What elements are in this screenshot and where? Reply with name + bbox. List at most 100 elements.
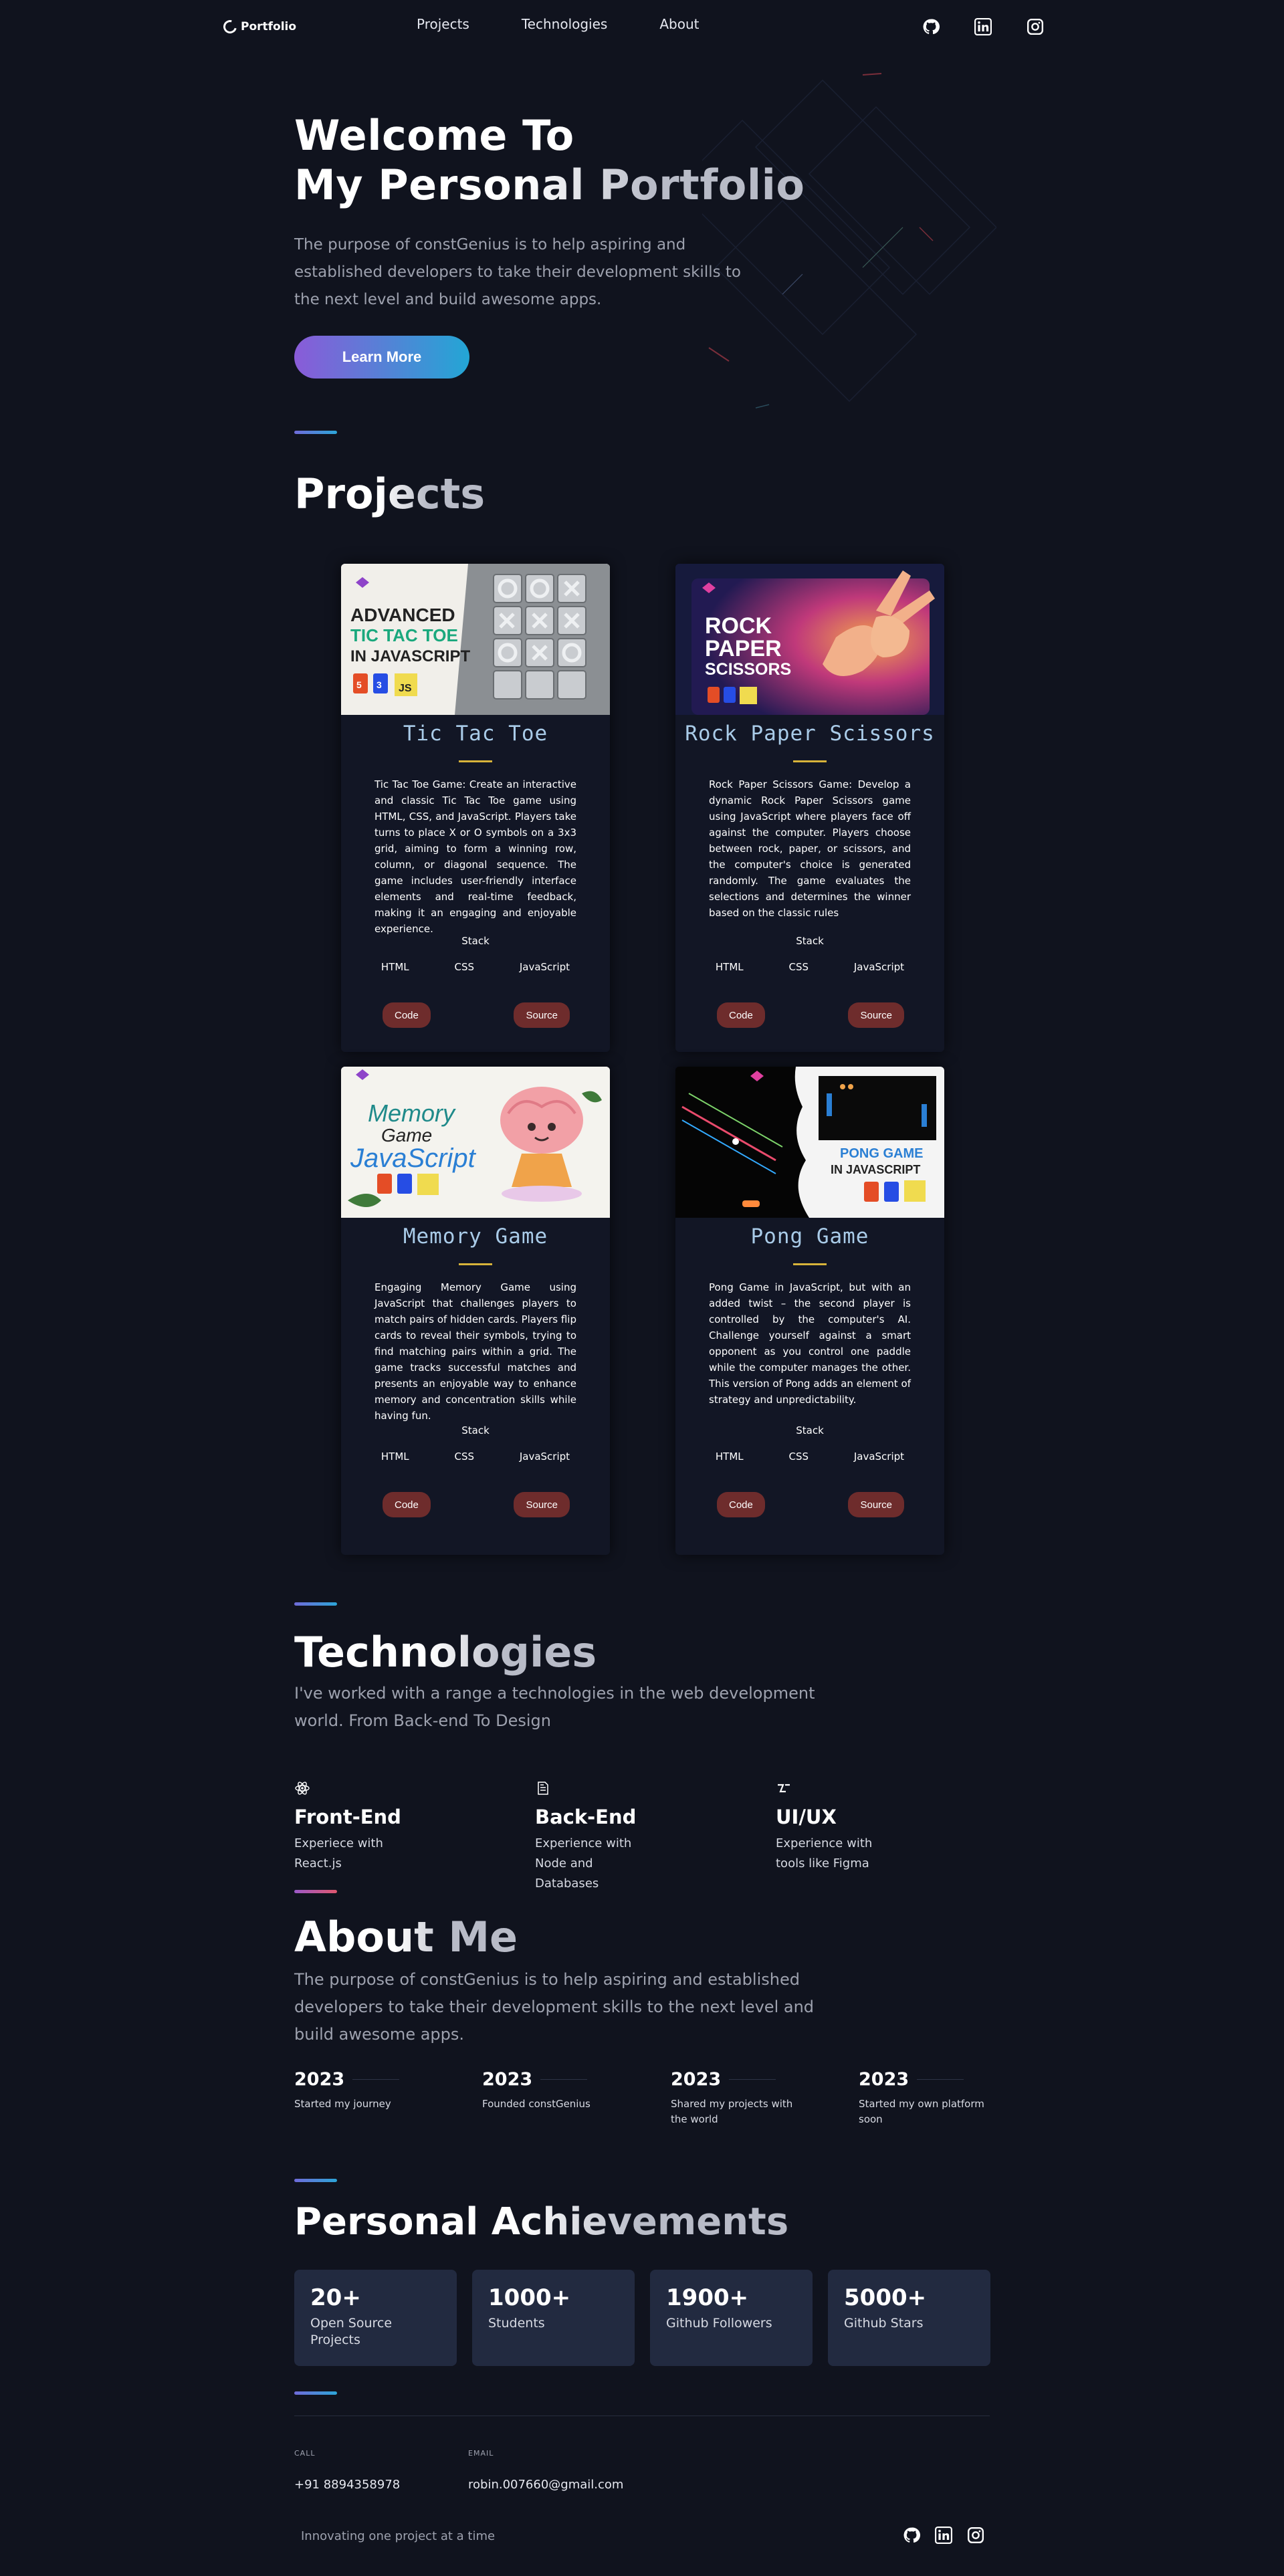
svg-text:PAPER: PAPER [705, 636, 782, 661]
project-card-rock-paper-scissors: ROCK PAPER SCISSORS Rock Paper Scissors … [675, 564, 944, 1052]
svg-text:JS: JS [399, 683, 412, 694]
stack-label: Stack [796, 1424, 824, 1436]
technologies-description: I've worked with a range a technologies … [294, 1684, 815, 1730]
code-button[interactable]: Code [383, 1492, 431, 1517]
svg-text:IN JAVASCRIPT: IN JAVASCRIPT [831, 1163, 920, 1176]
project-title: Rock Paper Scissors [685, 722, 935, 746]
tech-back-end: Back-End Experience with Node and Databa… [535, 1780, 736, 1894]
svg-text:5: 5 [356, 679, 362, 690]
source-button[interactable]: Source [848, 1002, 904, 1028]
achievement-label: Open Source Projects [310, 2316, 393, 2347]
nav-link-about[interactable]: About [659, 16, 699, 32]
hero-title-line1: Welcome To [294, 111, 574, 160]
project-image: ADVANCED TIC TAC TOE IN JAVASCRIPT 5 3 J… [341, 564, 610, 715]
timeline-item: 2023 Founded constGenius [482, 2069, 643, 2112]
achievement-card: 1000+ Students [472, 2270, 635, 2366]
logo[interactable]: Portfolio [221, 17, 296, 36]
timeline-item: 2023 Started my own platform soon [859, 2069, 1019, 2127]
hero-title: Welcome To My Personal Portfolio [294, 111, 805, 210]
nav-link-projects[interactable]: Projects [417, 16, 469, 32]
svg-text:ROCK: ROCK [705, 613, 772, 639]
logo-icon [221, 17, 239, 36]
timeline-line [917, 2079, 964, 2080]
project-card-tic-tac-toe: ADVANCED TIC TAC TOE IN JAVASCRIPT 5 3 J… [341, 564, 610, 1052]
react-icon [295, 1782, 310, 1795]
tech-html: HTML [715, 961, 744, 973]
tech-list: HTML CSS JavaScript [675, 961, 944, 973]
project-title: Pong Game [750, 1224, 869, 1249]
github-icon[interactable] [903, 2527, 920, 2547]
timeline-line [352, 2079, 400, 2080]
tech-html: HTML [381, 1451, 409, 1463]
card-buttons: Code Source [675, 1492, 944, 1517]
tech-title: UI/UX [776, 1806, 837, 1828]
tech-list: HTML CSS JavaScript [675, 1451, 944, 1463]
instagram-icon[interactable] [1026, 17, 1045, 36]
contact-call: CALL +91 8894358978 [294, 2449, 400, 2492]
svg-text:PONG GAME: PONG GAME [840, 1146, 923, 1161]
achievement-number: 20+ [310, 2284, 361, 2311]
achievement-label: Github Stars [844, 2316, 924, 2331]
source-button[interactable]: Source [514, 1492, 570, 1517]
tech-javascript: JavaScript [519, 961, 570, 973]
technologies-heading: Technologies [294, 1628, 597, 1677]
nav-links: Projects Technologies About [417, 16, 699, 32]
figma-icon [778, 1784, 790, 1793]
timeline-item: 2023 Shared my projects with the world [671, 2069, 831, 2127]
card-buttons: Code Source [341, 1002, 610, 1028]
achievement-number: 1900+ [666, 2284, 749, 2311]
project-card-memory-game: Memory Game JavaScript Memory Game Engag… [341, 1067, 610, 1555]
section-accent-bar [294, 1602, 337, 1606]
section-accent-bar [294, 2179, 337, 2182]
tech-title: Back-End [535, 1806, 637, 1828]
stack-label: Stack [461, 935, 490, 947]
github-icon[interactable] [922, 17, 940, 36]
timeline-text: Started my own platform soon [859, 2098, 984, 2125]
tech-css: CSS [454, 1451, 475, 1463]
section-accent-bar [294, 431, 337, 434]
linkedin-icon[interactable] [935, 2527, 952, 2547]
about-description: The purpose of constGenius is to help as… [294, 1970, 815, 2044]
source-button[interactable]: Source [848, 1492, 904, 1517]
achievements-heading: Personal Achievements [294, 2200, 789, 2244]
source-button[interactable]: Source [514, 1002, 570, 1028]
code-button[interactable]: Code [717, 1002, 765, 1028]
project-card-pong-game: PONG GAME IN JAVASCRIPT Pong Game Pong G… [675, 1067, 944, 1555]
achievement-number: 5000+ [844, 2284, 927, 2311]
timeline-year: 2023 [671, 2069, 722, 2090]
code-button[interactable]: Code [717, 1492, 765, 1517]
svg-text:IN JAVASCRIPT: IN JAVASCRIPT [350, 647, 470, 665]
hero-title-line2: My Personal Portfolio [294, 160, 805, 209]
tech-javascript: JavaScript [519, 1451, 570, 1463]
nav-link-technologies[interactable]: Technologies [522, 16, 607, 32]
tech-css: CSS [788, 1451, 809, 1463]
nav-social-icons [922, 17, 1045, 36]
section-accent-bar [294, 2391, 337, 2395]
tech-text: Experiece with React.js [294, 1836, 383, 1870]
achievement-card: 20+ Open Source Projects [294, 2270, 457, 2366]
timeline-year: 2023 [482, 2069, 533, 2090]
title-underline [459, 1263, 492, 1265]
tech-javascript: JavaScript [853, 1451, 905, 1463]
timeline-item: 2023 Started my journey [294, 2069, 455, 2112]
tech-text: Experience with tools like Figma [776, 1836, 873, 1870]
timeline-year: 2023 [859, 2069, 909, 2090]
tech-css: CSS [788, 961, 809, 973]
tech-list: HTML CSS JavaScript [341, 1451, 610, 1463]
title-underline [459, 760, 492, 762]
tech-html: HTML [381, 961, 409, 973]
svg-text:JavaScript: JavaScript [350, 1144, 477, 1173]
timeline-line [729, 2079, 776, 2080]
linkedin-icon[interactable] [974, 17, 992, 36]
tech-ui-ux: UI/UX Experience with tools like Figma [776, 1780, 976, 1874]
project-image: Memory Game JavaScript [341, 1067, 610, 1218]
code-button[interactable]: Code [383, 1002, 431, 1028]
email-value[interactable]: robin.007660@gmail.com [468, 2478, 623, 2492]
learn-more-button[interactable]: Learn More [294, 336, 469, 379]
timeline-year: 2023 [294, 2069, 345, 2090]
tech-css: CSS [454, 961, 475, 973]
instagram-icon[interactable] [967, 2527, 984, 2547]
project-description: Tic Tac Toe Game: Create an interactive … [374, 778, 576, 935]
card-buttons: Code Source [341, 1492, 610, 1517]
call-value[interactable]: +91 8894358978 [294, 2478, 400, 2492]
